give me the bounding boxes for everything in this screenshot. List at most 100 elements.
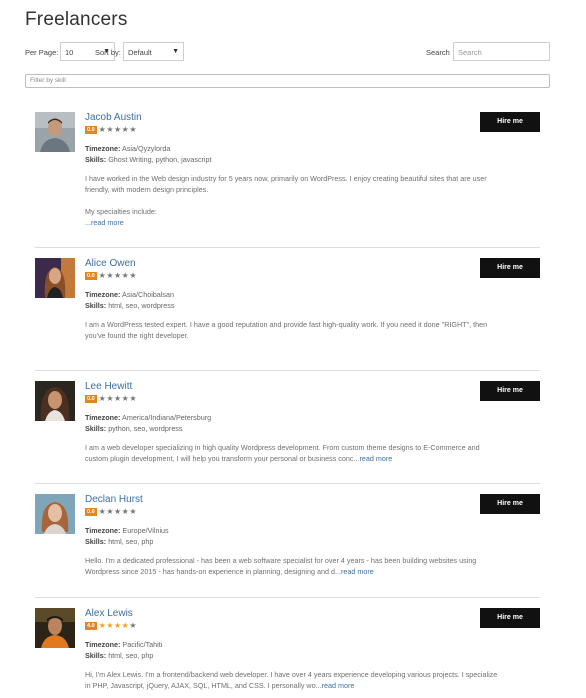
star-icon: ★	[129, 125, 137, 134]
read-more-link[interactable]: read more	[359, 454, 392, 463]
bio-line: in PHP, Javascript, jQuery, AJAX, SQL, H…	[85, 680, 540, 691]
bio-line: My specialties include:	[85, 206, 157, 216]
skills-label: Skills:	[85, 651, 107, 660]
hire-me-button[interactable]: Hire me	[480, 258, 540, 278]
freelancer-card: Alice Owen 0.0 ★ ★ ★ ★ ★ Timezone: Asia/Choi…	[35, 258, 540, 371]
read-more-link[interactable]: ...read more	[85, 218, 124, 227]
freelancer-card: Declan Hurst 0.0 ★ ★ ★ ★ ★ Timezone: Europe/…	[35, 494, 540, 598]
skills-value: html, seo, wordpress	[108, 301, 175, 310]
freelancer-bio: I am a web developer specializing in hig…	[85, 442, 540, 465]
per-page-label: Per Page:	[25, 48, 59, 57]
star-icon: ★	[114, 271, 122, 280]
timezone-value: Pacific/Tahiti	[122, 640, 163, 649]
bio-line: friendly, with modern design principles.	[85, 185, 209, 195]
freelancer-bio: Hi, I'm Alex Lewis. I'm a frontend/backe…	[85, 669, 540, 692]
timezone-value: America/Indiana/Petersburg	[122, 413, 212, 422]
freelancer-card: Alex Lewis 4.0 ★ ★ ★ ★ ★ Timezone: Pacific/T…	[35, 608, 540, 698]
star-icon: ★	[98, 394, 106, 403]
hire-me-button[interactable]: Hire me	[480, 494, 540, 514]
avatar[interactable]	[35, 381, 75, 421]
skills-row: Skills: html, seo, php	[85, 537, 153, 546]
read-more-link[interactable]: read more	[341, 567, 374, 576]
star-icon: ★	[98, 507, 106, 516]
avatar[interactable]	[35, 608, 75, 648]
star-icon: ★	[129, 507, 137, 516]
freelancer-name-link[interactable]: Alex Lewis	[85, 608, 133, 619]
search-label: Search	[426, 48, 450, 57]
star-icon: ★	[106, 125, 114, 134]
star-icon: ★	[129, 271, 137, 280]
freelancer-name-link[interactable]: Alice Owen	[85, 258, 136, 269]
skills-value: Ghost Writing, python, javascript	[108, 155, 212, 164]
hire-me-button[interactable]: Hire me	[480, 381, 540, 401]
star-icon: ★	[106, 271, 114, 280]
timezone-value: Europe/Vilnius	[122, 526, 169, 535]
avatar[interactable]	[35, 258, 75, 298]
timezone-value: Asia/Qyzylorda	[122, 144, 171, 153]
timezone-row: Timezone: Europe/Vilnius	[85, 526, 169, 535]
star-icon: ★	[121, 621, 129, 630]
skills-row: Skills: html, seo, php	[85, 651, 153, 660]
star-icon: ★	[121, 394, 129, 403]
star-icon: ★	[114, 507, 122, 516]
freelancer-list: Jacob Austin 0.0 ★ ★ ★ ★ ★ Timezone: Asia/Qy…	[35, 112, 540, 698]
freelancer-name-link[interactable]: Jacob Austin	[85, 112, 142, 123]
sort-by-value: Default	[128, 48, 152, 57]
skills-row: Skills: Ghost Writing, python, javascrip…	[85, 155, 212, 164]
star-icon: ★	[114, 125, 122, 134]
bio-line: Hi, I'm Alex Lewis. I'm a frontend/backe…	[85, 670, 498, 679]
timezone-label: Timezone:	[85, 144, 121, 153]
rating: 4.0 ★ ★ ★ ★ ★	[85, 621, 137, 631]
bio-line: I have worked in the Web design industry…	[85, 174, 487, 183]
rating-badge: 4.0	[85, 622, 97, 630]
rating-badge: 0.0	[85, 395, 97, 403]
rating: 0.0 ★ ★ ★ ★ ★	[85, 271, 137, 281]
sort-by-select[interactable]: Default ▼	[123, 42, 184, 61]
freelancer-bio: Hello. I'm a dedicated professional - ha…	[85, 555, 540, 578]
star-icon: ★	[129, 621, 137, 630]
timezone-row: Timezone: America/Indiana/Petersburg	[85, 413, 211, 422]
avatar[interactable]	[35, 494, 75, 534]
star-icon: ★	[98, 621, 106, 630]
skills-label: Skills:	[85, 424, 107, 433]
freelancer-name-link[interactable]: Lee Hewitt	[85, 381, 132, 392]
skills-label: Skills:	[85, 537, 107, 546]
timezone-row: Timezone: Asia/Qyzylorda	[85, 144, 170, 153]
star-icon: ★	[121, 507, 129, 516]
bio-line: Hello. I'm a dedicated professional - ha…	[85, 556, 477, 565]
read-more-link[interactable]: read more	[322, 681, 355, 690]
star-icon: ★	[106, 507, 114, 516]
timezone-row: Timezone: Pacific/Tahiti	[85, 640, 162, 649]
timezone-row: Timezone: Asia/Choibalsan	[85, 290, 174, 299]
rating: 0.0 ★ ★ ★ ★ ★	[85, 125, 137, 135]
timezone-label: Timezone:	[85, 526, 121, 535]
page-title: Freelancers	[25, 9, 128, 30]
avatar[interactable]	[35, 112, 75, 152]
bio-line: you've found the right developer.	[85, 331, 189, 341]
star-icon: ★	[129, 394, 137, 403]
bio-text: custom plugin development, I will help y…	[85, 454, 360, 464]
freelancer-name-link[interactable]: Declan Hurst	[85, 494, 143, 505]
per-page-value: 10	[65, 48, 74, 57]
star-icon: ★	[98, 125, 106, 134]
timezone-label: Timezone:	[85, 290, 121, 299]
search-input[interactable]: Search	[453, 42, 550, 61]
star-icon: ★	[106, 394, 114, 403]
rating: 0.0 ★ ★ ★ ★ ★	[85, 394, 137, 404]
rating-badge: 0.0	[85, 126, 97, 134]
skills-value: html, seo, php	[108, 537, 154, 546]
skills-label: Skills:	[85, 155, 107, 164]
bio-text: in PHP, Javascript, jQuery, AJAX, SQL, H…	[85, 681, 322, 691]
freelancer-bio: I have worked in the Web design industry…	[85, 173, 540, 229]
hire-me-button[interactable]: Hire me	[480, 112, 540, 132]
star-icon: ★	[114, 621, 122, 630]
freelancer-card: Jacob Austin 0.0 ★ ★ ★ ★ ★ Timezone: Asia/Qy…	[35, 112, 540, 248]
skills-row: Skills: python, seo, wordpress	[85, 424, 183, 433]
timezone-label: Timezone:	[85, 413, 121, 422]
skill-filter-input[interactable]: Filter by skill	[25, 74, 550, 88]
rating: 0.0 ★ ★ ★ ★ ★	[85, 507, 137, 517]
star-icon: ★	[121, 271, 129, 280]
bio-text: Wordpress since 2015 - has hands-on expe…	[85, 567, 341, 577]
bio-line: I am a WordPress tested expert. I have a…	[85, 320, 488, 329]
hire-me-button[interactable]: Hire me	[480, 608, 540, 628]
